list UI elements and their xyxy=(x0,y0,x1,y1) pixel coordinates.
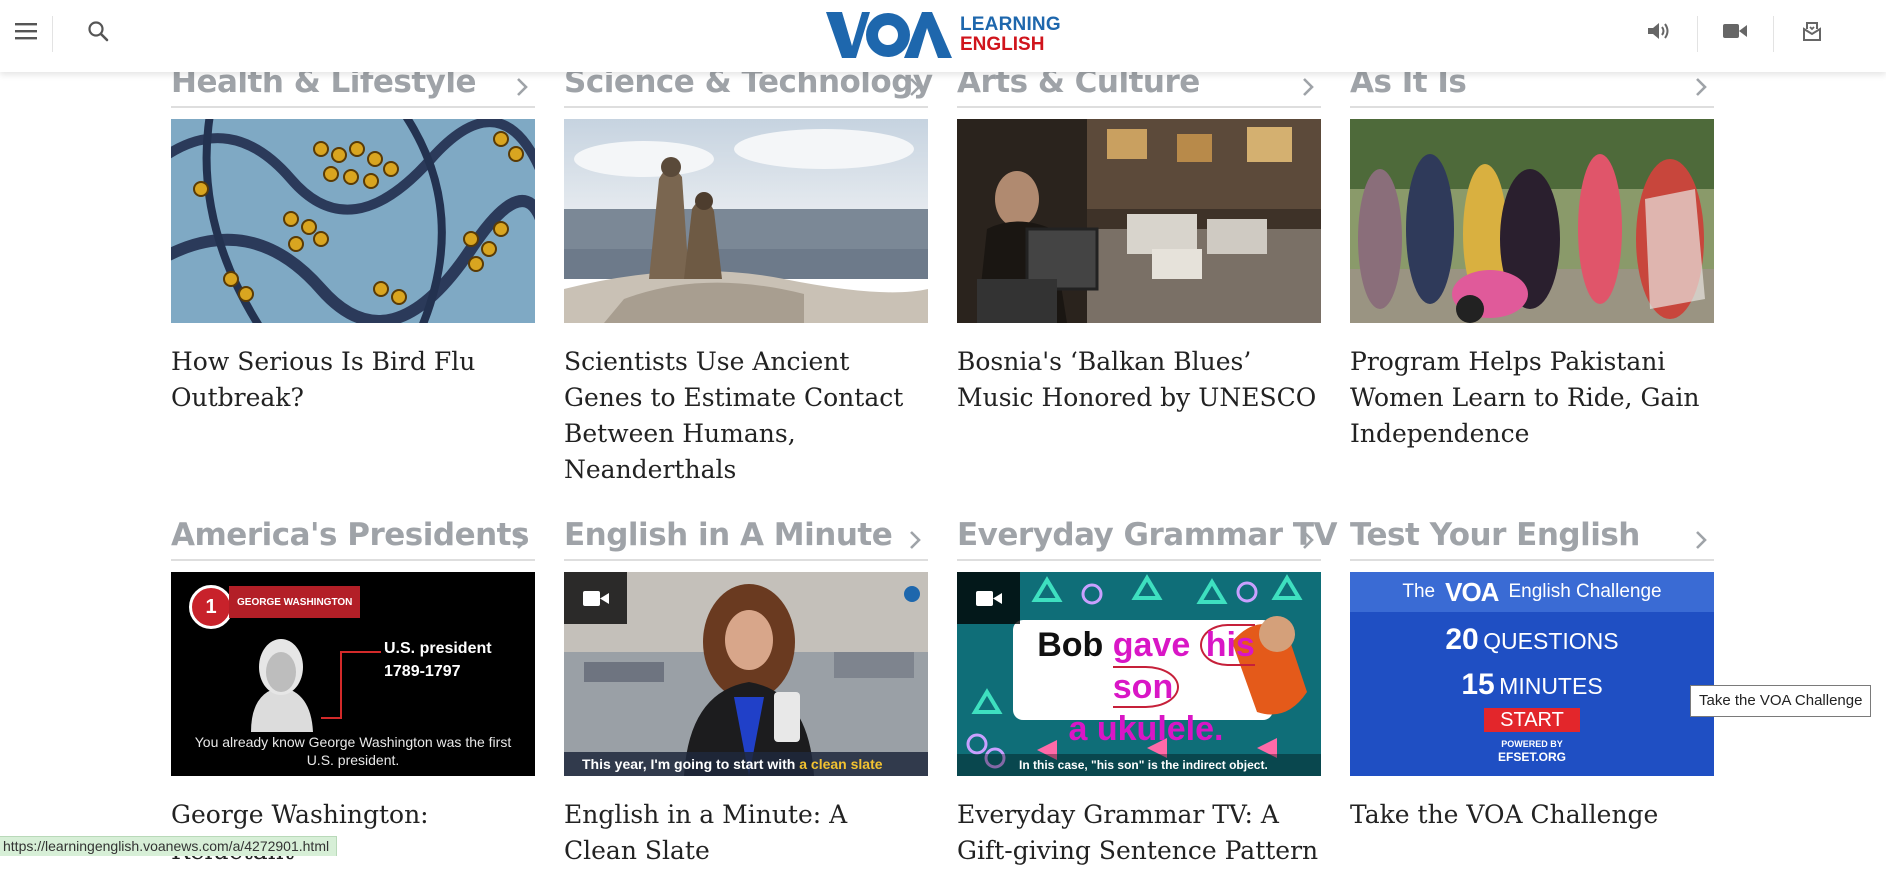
episode-badge: 1 xyxy=(189,585,233,629)
article-headline[interactable]: Bosnia's ‘Balkan Blues’ Music Honored by… xyxy=(957,344,1321,416)
section-card-presidents: America's Presidents 1 GEORGE WASHINGTON… xyxy=(171,515,535,865)
article-headline[interactable]: How Serious Is Bird Flu Outbreak? xyxy=(171,344,535,416)
challenge-voa-logo: VOA xyxy=(1445,576,1499,607)
podcast-icon xyxy=(1801,20,1823,47)
washington-portrait xyxy=(251,639,313,732)
video-camera-icon xyxy=(582,590,609,606)
thumbnail-ancient-genes[interactable] xyxy=(564,119,928,323)
article-headline[interactable]: English in a Minute: A Clean Slate xyxy=(564,797,928,869)
virus-microscopy-image xyxy=(171,119,535,323)
chevron-right-icon xyxy=(908,529,922,556)
menu-icon xyxy=(15,22,37,45)
section-title: English in A Minute xyxy=(564,517,893,553)
video-badge xyxy=(564,572,627,624)
word-verb: gave xyxy=(1112,626,1191,664)
menu-button[interactable] xyxy=(0,0,52,66)
challenge-the: The xyxy=(1402,581,1436,602)
thumbnail-grammar-tv[interactable]: Bob gave his son a ukulele. In this case… xyxy=(957,572,1321,776)
minute-label: MINUTES xyxy=(1499,673,1603,699)
section-header-test-english[interactable]: Test Your English xyxy=(1350,515,1714,561)
president-years: 1789-1797 xyxy=(384,663,461,680)
video-button[interactable] xyxy=(1709,0,1761,66)
thumbnail-pakistani-women[interactable] xyxy=(1350,119,1714,323)
musician-cafe-image xyxy=(957,119,1321,323)
grammar-example-sentence: Bob gave his son a ukulele. xyxy=(1021,624,1271,750)
video-badge xyxy=(957,572,1020,624)
thumbnail-balkan-blues[interactable] xyxy=(957,119,1321,323)
question-count: 20 xyxy=(1445,623,1479,656)
chevron-right-icon xyxy=(1301,76,1315,103)
thumbnail-bird-flu[interactable] xyxy=(171,119,535,323)
thumbnail-voa-challenge[interactable]: The VOA English Challenge 20 QUESTIONS 1… xyxy=(1350,572,1714,776)
logo-line-learning: LEARNING xyxy=(960,14,1061,35)
women-riding-image xyxy=(1350,119,1714,323)
section-header-presidents[interactable]: America's Presidents xyxy=(171,515,535,561)
audio-button[interactable] xyxy=(1632,0,1684,66)
article-headline[interactable]: Take the VOA Challenge xyxy=(1350,797,1714,833)
voa-learning-english-logo[interactable]: LEARNING ENGLISH xyxy=(826,8,1061,62)
thumbnail-clean-slate[interactable]: This year, I'm going to start with a cle… xyxy=(564,572,928,776)
header-divider xyxy=(52,16,53,52)
section-header-grammar-tv[interactable]: Everyday Grammar TV xyxy=(957,515,1337,561)
search-icon xyxy=(87,20,109,47)
president-name-banner: GEORGE WASHINGTON xyxy=(229,586,361,618)
connector-line xyxy=(321,651,381,719)
section-card-english-minute: English in A Minute This year, I'm going… xyxy=(564,515,928,865)
chevron-right-icon xyxy=(908,76,922,103)
speaker-icon xyxy=(1646,21,1670,46)
challenge-banner: The VOA English Challenge xyxy=(1350,572,1714,612)
article-headline[interactable]: Everyday Grammar TV: A Gift-giving Sente… xyxy=(957,797,1321,869)
header-divider xyxy=(1773,16,1774,52)
section-title: Everyday Grammar TV xyxy=(957,517,1337,553)
article-headline[interactable]: Scientists Use Ancient Genes to Estimate… xyxy=(564,344,928,488)
caption-text: This year, I'm going to start with xyxy=(582,756,800,772)
podcast-button[interactable] xyxy=(1786,0,1838,66)
challenge-stats: 20 QUESTIONS 15 MINUTES xyxy=(1350,620,1714,710)
president-info: U.S. president 1789-1797 xyxy=(384,637,492,683)
thumbnail-george-washington[interactable]: 1 GEORGE WASHINGTON U.S. president 1789-… xyxy=(171,572,535,776)
chevron-right-icon xyxy=(1694,529,1708,556)
challenge-title: English Challenge xyxy=(1508,581,1662,602)
section-title: America's Presidents xyxy=(171,517,529,553)
video-caption: You already know George Washington was t… xyxy=(194,734,512,768)
question-label: QUESTIONS xyxy=(1483,628,1619,654)
chevron-right-icon xyxy=(515,76,529,103)
video-caption: This year, I'm going to start with a cle… xyxy=(564,752,928,776)
section-card-test-english: Test Your English The VOA English Challe… xyxy=(1350,515,1714,829)
powered-by: POWERED BY EFSET.ORG xyxy=(1350,738,1714,764)
word-subject: Bob xyxy=(1037,626,1104,664)
video-camera-icon xyxy=(1723,23,1747,44)
voa-logo-mark xyxy=(826,12,952,58)
episode-number: 1 xyxy=(205,595,217,618)
video-caption: In this case, "his son" is the indirect … xyxy=(957,754,1321,776)
minute-count: 15 xyxy=(1461,668,1495,701)
section-card-grammar-tv: Everyday Grammar TV Bob gave his son a u… xyxy=(957,515,1337,865)
start-button[interactable]: START xyxy=(1484,708,1580,732)
caption-highlight: a clean slate xyxy=(799,756,883,772)
logo-line-english: ENGLISH xyxy=(960,34,1045,55)
section-header-english-minute[interactable]: English in A Minute xyxy=(564,515,928,561)
chevron-right-icon xyxy=(1301,529,1315,556)
video-camera-icon xyxy=(975,590,1002,606)
section-title: Test Your English xyxy=(1350,517,1640,553)
efset-label: EFSET.ORG xyxy=(1497,750,1566,764)
top-navigation-bar: LEARNING ENGLISH xyxy=(0,0,1886,72)
word-direct-object: a ukulele. xyxy=(1068,710,1224,748)
search-button[interactable] xyxy=(72,0,124,66)
channel-watermark-icon xyxy=(904,586,920,602)
neanderthal-landscape-image xyxy=(564,119,928,323)
header-divider xyxy=(1697,16,1698,52)
logo-wordmark: LEARNING ENGLISH xyxy=(960,15,1061,55)
article-headline[interactable]: George Washington: Reluctant xyxy=(171,797,535,869)
chevron-right-icon xyxy=(1694,76,1708,103)
president-name-label: GEORGE WASHINGTON xyxy=(237,596,353,608)
link-tooltip: Take the VOA Challenge xyxy=(1690,685,1872,717)
status-bar-url: https://learningenglish.voanews.com/a/42… xyxy=(0,836,338,856)
president-role: U.S. president xyxy=(384,640,492,657)
article-headline[interactable]: Program Helps Pakistani Women Learn to R… xyxy=(1350,344,1714,452)
chevron-right-icon xyxy=(515,529,529,556)
